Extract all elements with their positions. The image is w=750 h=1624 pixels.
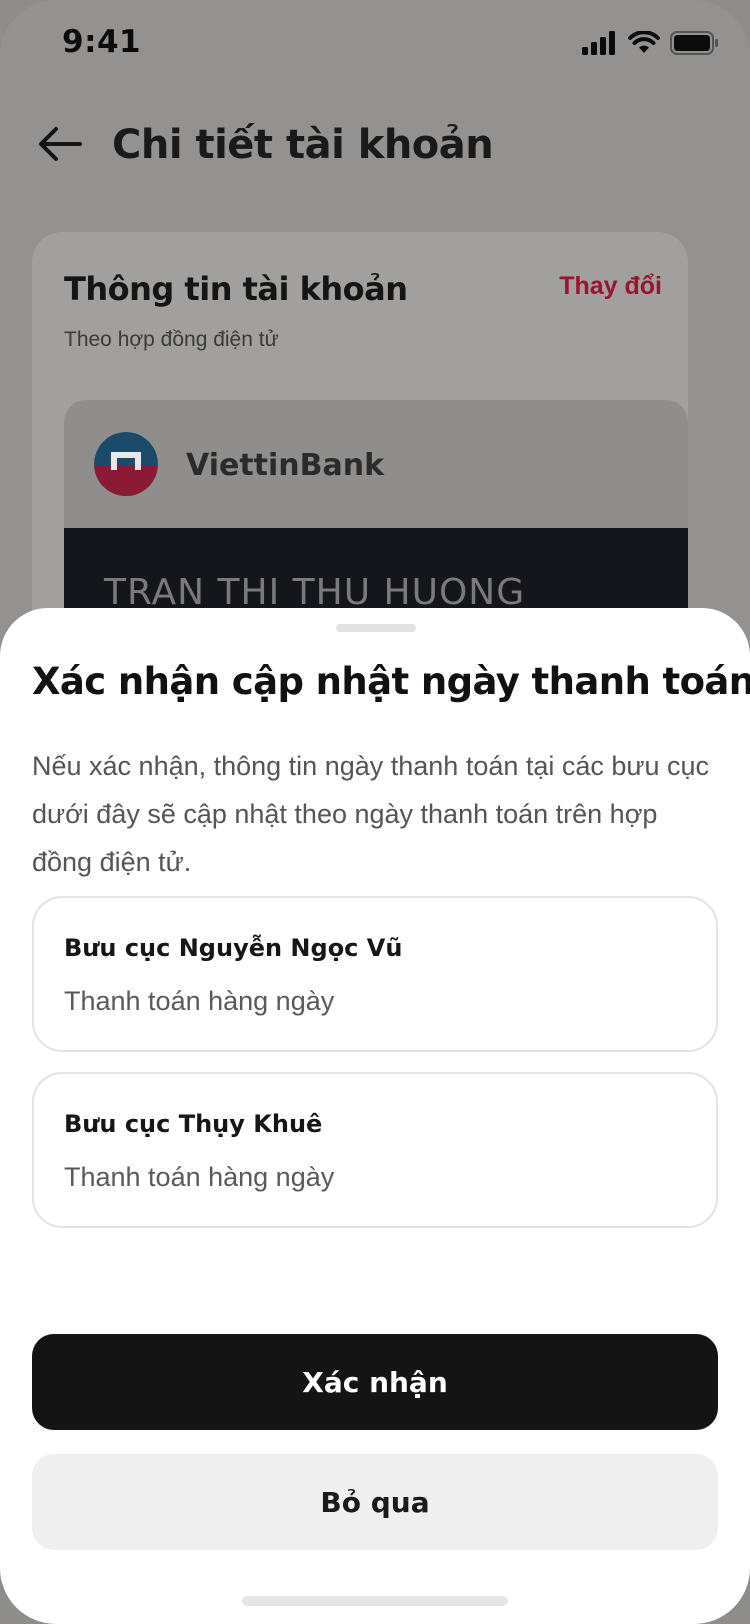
account-info-title: Thông tin tài khoản (64, 270, 408, 308)
page-title: Chi tiết tài khoản (112, 122, 494, 168)
bank-name: ViettinBank (186, 448, 385, 483)
post-office-card: Bưu cục Nguyễn Ngọc Vũ Thanh toán hàng n… (32, 896, 718, 1052)
wifi-icon (628, 29, 660, 60)
battery-icon (670, 30, 720, 60)
sheet-title: Xác nhận cập nhật ngày thanh toán (32, 660, 750, 703)
card-holder-name: TRAN THI THU HUONG (104, 572, 526, 613)
account-info-subtitle: Theo hợp đồng điện tử (64, 328, 279, 351)
back-button[interactable] (30, 116, 90, 176)
sheet-description: Nếu xác nhận, thông tin ngày thanh toán … (32, 751, 710, 877)
confirm-button[interactable]: Xác nhận (32, 1334, 718, 1430)
change-account-link[interactable]: Thay đổi (559, 272, 662, 301)
cellular-signal-icon (582, 30, 618, 60)
post-office-name: Bưu cục Nguyễn Ngọc Vũ (64, 934, 403, 962)
post-office-card: Bưu cục Thụy Khuê Thanh toán hàng ngày (32, 1072, 718, 1228)
bank-logo-icon (94, 432, 158, 496)
app-screen: 9:41 Chi tiết tài khoản Thông tin tài kh… (0, 0, 750, 1624)
arrow-left-icon (38, 126, 82, 167)
home-indicator (242, 1596, 508, 1606)
status-bar: 9:41 (0, 0, 750, 90)
status-icons (582, 29, 720, 60)
skip-button[interactable]: Bỏ qua (32, 1454, 718, 1550)
post-office-payment: Thanh toán hàng ngày (64, 1162, 335, 1192)
confirm-bottom-sheet: Xác nhận cập nhật ngày thanh toán Nếu xá… (0, 608, 750, 1624)
post-office-name: Bưu cục Thụy Khuê (64, 1110, 323, 1138)
sheet-drag-handle[interactable] (336, 624, 416, 632)
post-office-payment: Thanh toán hàng ngày (64, 986, 335, 1016)
status-time: 9:41 (62, 24, 142, 60)
